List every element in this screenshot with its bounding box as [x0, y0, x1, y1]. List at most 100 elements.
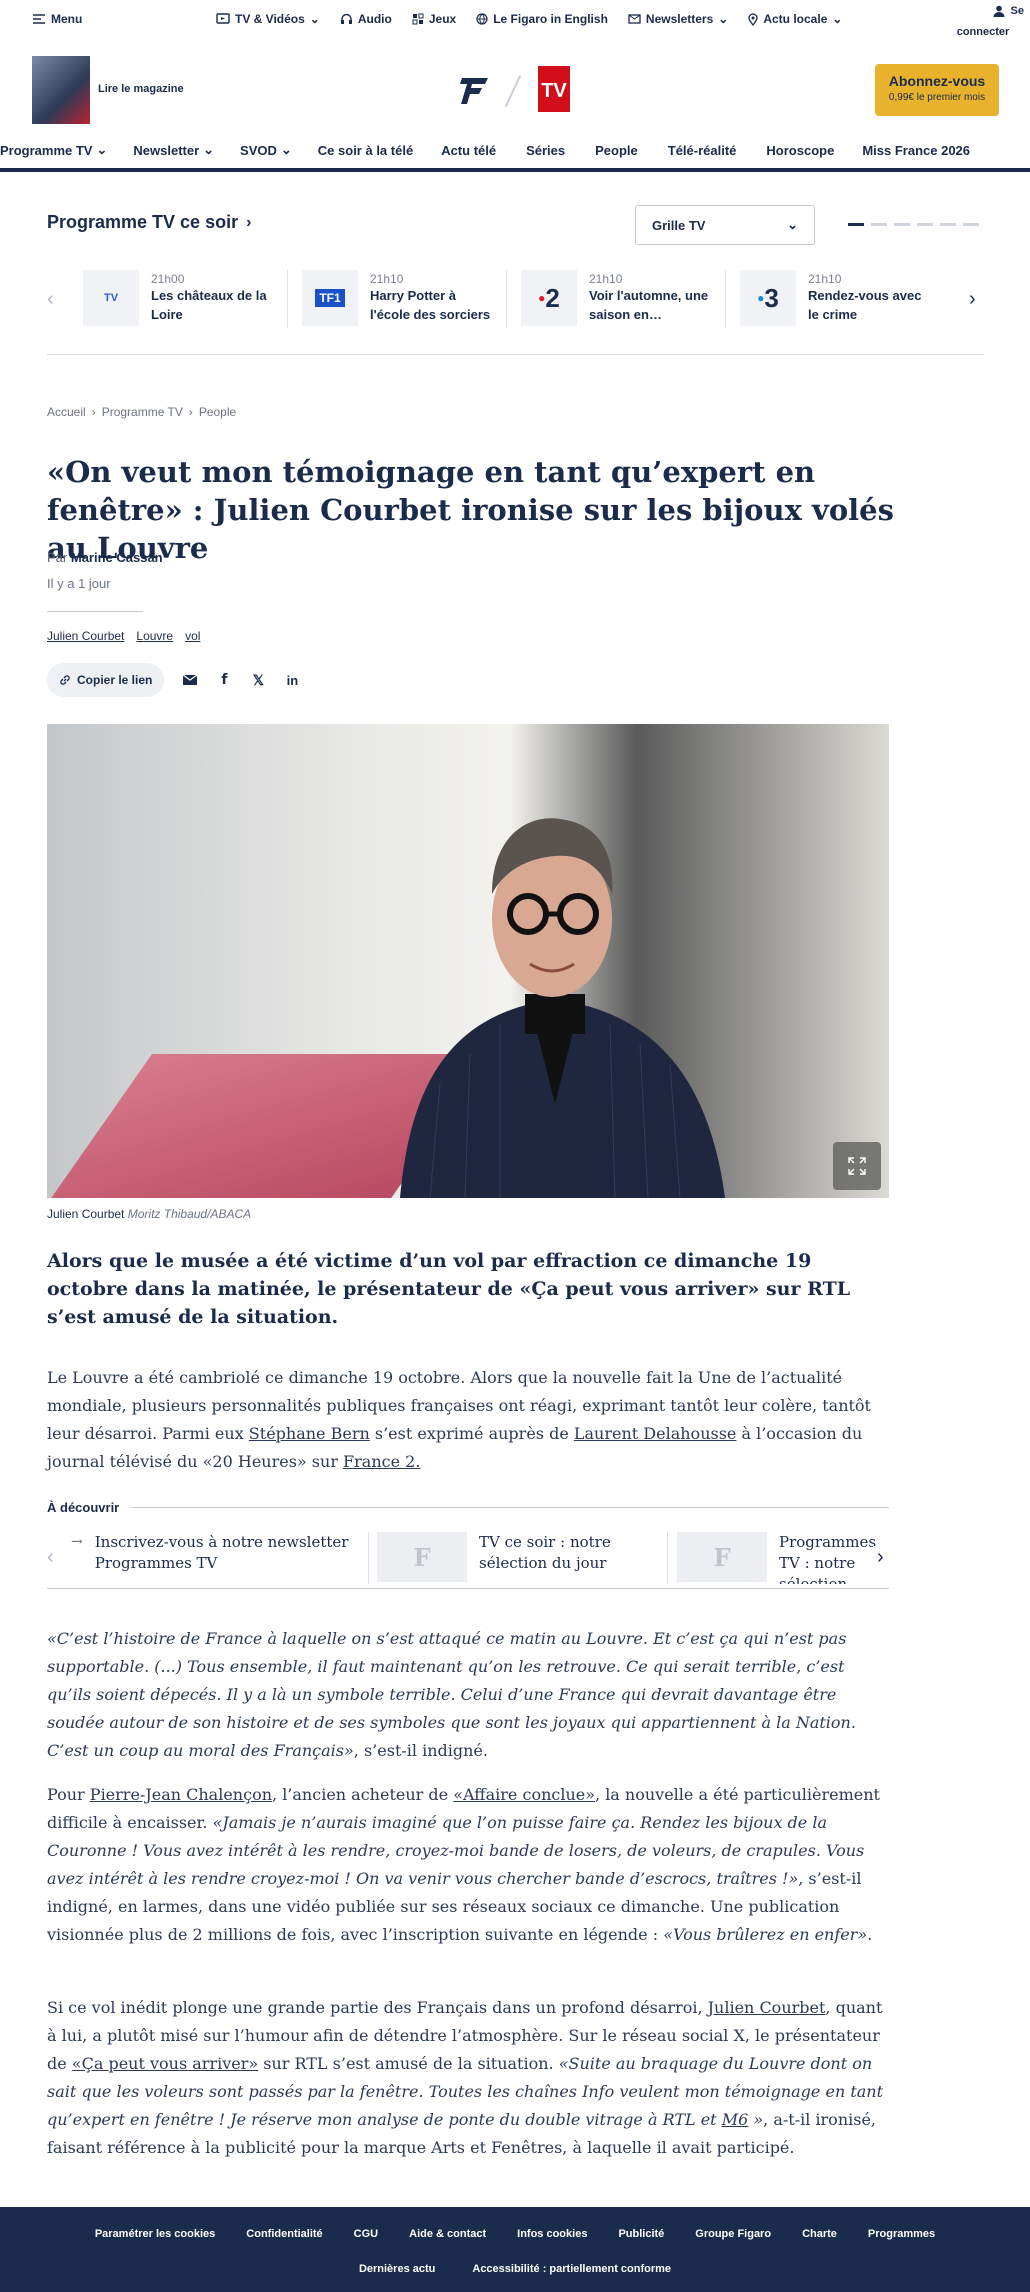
footer-link[interactable]: Groupe Figaro [695, 2228, 771, 2240]
carousel-prev-icon[interactable]: ‹ [47, 288, 54, 311]
pagination-dot[interactable] [940, 223, 956, 226]
x-share-icon[interactable]: 𝕏 [250, 672, 266, 688]
subscribe-button[interactable]: Abonnez-vous 0,99€ le premier mois [875, 64, 999, 116]
chevron-right-icon: › [246, 213, 252, 231]
inline-link[interactable]: Laurent Delahousse [574, 1424, 737, 1443]
footer-link[interactable]: Dernières actu [359, 2263, 435, 2275]
footer-link[interactable]: Programmes [868, 2228, 935, 2240]
tonight-item[interactable]: ● 2 21h10 Voir l'automne, une saison en… [521, 270, 714, 328]
breadcrumb-item[interactable]: Programme TV [102, 405, 183, 419]
tv-magazine-logo[interactable]: TV [538, 66, 570, 112]
email-share-icon[interactable] [182, 672, 198, 688]
chevron-down-icon: ⌄ [203, 142, 215, 157]
menu-label: Menu [51, 12, 83, 26]
pagination-dot[interactable] [917, 223, 933, 226]
inline-link[interactable]: France 2. [343, 1452, 420, 1471]
tv-icon [216, 13, 230, 24]
copy-link-button[interactable]: Copier le lien [47, 663, 165, 697]
divider [47, 611, 143, 612]
footer-link[interactable]: Paramétrer les cookies [95, 2228, 215, 2240]
footer-link[interactable]: Infos cookies [517, 2228, 587, 2240]
inline-link[interactable]: Pierre-Jean Chalençon [90, 1785, 272, 1804]
footer-link[interactable]: Confidentialité [246, 2228, 322, 2240]
expand-image-button[interactable] [833, 1142, 881, 1190]
subscribe-label: Abonnez-vous [888, 73, 986, 89]
author-link[interactable]: Marine Cassan [71, 550, 163, 565]
nav-item-actu-tele[interactable]: Actu télé [441, 136, 496, 164]
article-title: «On veut mon témoignage en tant qu’exper… [47, 455, 894, 565]
tag-link[interactable]: vol [185, 629, 200, 643]
linkedin-share-icon[interactable]: in [284, 672, 300, 688]
footer: Paramétrer les cookies Confidentialité C… [0, 2207, 1030, 2292]
inline-link[interactable]: Stéphane Bern [249, 1424, 370, 1443]
facebook-share-icon[interactable]: f [216, 672, 232, 688]
inline-link[interactable]: «Ça peut vous arriver» [72, 2054, 258, 2073]
tag-link[interactable]: Louvre [136, 629, 173, 643]
nav-item-programme-tv[interactable]: Programme TV ⌄ [0, 136, 107, 164]
login-button[interactable]: Se connecter [938, 0, 1028, 42]
breadcrumb-item[interactable]: Accueil [47, 405, 86, 419]
utility-link-newsletters[interactable]: Newsletters ⌄ [628, 12, 728, 26]
footer-link[interactable]: Charte [802, 2228, 837, 2240]
user-icon [993, 5, 1005, 17]
article-paragraph: Si ce vol inédit plonge une grande parti… [47, 1998, 884, 2157]
photo-caption: Julien Courbet Moritz Thibaud/ABACA [47, 1207, 252, 1221]
inline-link[interactable]: Julien Courbet [708, 1998, 826, 2017]
nav-item-svod[interactable]: SVOD ⌄ [240, 136, 292, 164]
nav-item-miss-france[interactable]: Miss France 2026 [862, 136, 970, 164]
link-icon [60, 675, 70, 685]
inline-link[interactable]: M6 [722, 2110, 749, 2129]
breadcrumb: Accueil › Programme TV › People [47, 405, 236, 419]
tonight-item[interactable]: TF1 21h10 Harry Potter à l'école des sorc… [302, 270, 495, 328]
divider [47, 354, 984, 355]
nav-item-newsletter[interactable]: Newsletter ⌄ [133, 136, 214, 164]
magazine-cover[interactable] [32, 56, 90, 124]
chevron-down-icon: ⌄ [280, 142, 292, 157]
utility-link-actu-locale[interactable]: Actu locale ⌄ [748, 12, 842, 26]
utility-link-tv-videos[interactable]: TV & Vidéos ⌄ [216, 12, 320, 26]
channel-logo: TV [83, 270, 139, 326]
utility-link-audio[interactable]: Audio [340, 12, 392, 26]
channel-logo: ● 2 [521, 270, 577, 326]
tonight-item[interactable]: TV 21h00 Les châteaux de la Loire [83, 270, 276, 328]
figaro-logo[interactable] [458, 70, 494, 106]
utility-link-jeux[interactable]: Jeux [412, 12, 456, 26]
footer-link[interactable]: Publicité [618, 2228, 664, 2240]
tonight-item[interactable]: ● 3 21h10 Rendez-vous avec le crime [740, 270, 933, 328]
grille-tv-select[interactable]: Grille TV ⌄ [635, 205, 815, 245]
nav-item-ce-soir[interactable]: Ce soir à la télé [318, 136, 413, 164]
tonight-title[interactable]: Programme TV ce soir › [47, 212, 251, 233]
chevron-down-icon: ⌄ [832, 12, 843, 26]
nav-item-horoscope[interactable]: Horoscope [766, 136, 834, 164]
carousel-next-icon[interactable]: › [969, 288, 976, 311]
globe-icon [476, 13, 488, 25]
nav-item-series[interactable]: Séries [526, 136, 565, 164]
chevron-down-icon: ⌄ [96, 142, 108, 157]
discover-item[interactable]: F TV ce soir : notre sélection du jour [377, 1532, 659, 1584]
article-paragraph: Pour Pierre-Jean Chalençon, l’ancien ach… [47, 1785, 880, 1944]
utility-link-english[interactable]: Le Figaro in English [476, 12, 608, 26]
pagination-dot[interactable] [848, 223, 864, 226]
footer-link[interactable]: Aide & contact [409, 2228, 486, 2240]
pagination-dot[interactable] [871, 223, 887, 226]
inline-link[interactable]: «Affaire conclue» [453, 1785, 595, 1804]
utility-bar: Menu TV & Vidéos ⌄ Audio Jeux Le Figaro i… [0, 0, 1030, 40]
discover-title: À découvrir [47, 1500, 120, 1515]
discover-item[interactable]: F Programmes TV : notre sélection [677, 1532, 889, 1584]
tag-link[interactable]: Julien Courbet [47, 629, 124, 643]
discover-item[interactable]: → Inscrivez-vous à notre newsletter Prog… [71, 1532, 360, 1584]
footer-link[interactable]: CGU [354, 2228, 378, 2240]
article-photo[interactable] [47, 724, 889, 1198]
main-nav: Programme TV ⌄ Newsletter ⌄ SVOD ⌄ Ce soir … [0, 136, 1030, 172]
discover-prev-icon[interactable]: ‹ [47, 1546, 54, 1569]
nav-item-tele-realite[interactable]: Télé-réalité [668, 136, 737, 164]
magazine-link[interactable]: Lire le magazine [98, 83, 184, 95]
pagination-dot[interactable] [963, 223, 979, 226]
discover-next-icon[interactable]: › [873, 1546, 884, 1569]
breadcrumb-item[interactable]: People [199, 405, 236, 419]
fullscreen-icon [848, 1157, 866, 1175]
footer-link[interactable]: Accessibilité : partiellement conforme [472, 2263, 671, 2275]
nav-item-people[interactable]: People [595, 136, 638, 164]
menu-button[interactable]: Menu [32, 12, 82, 26]
pagination-dot[interactable] [894, 223, 910, 226]
